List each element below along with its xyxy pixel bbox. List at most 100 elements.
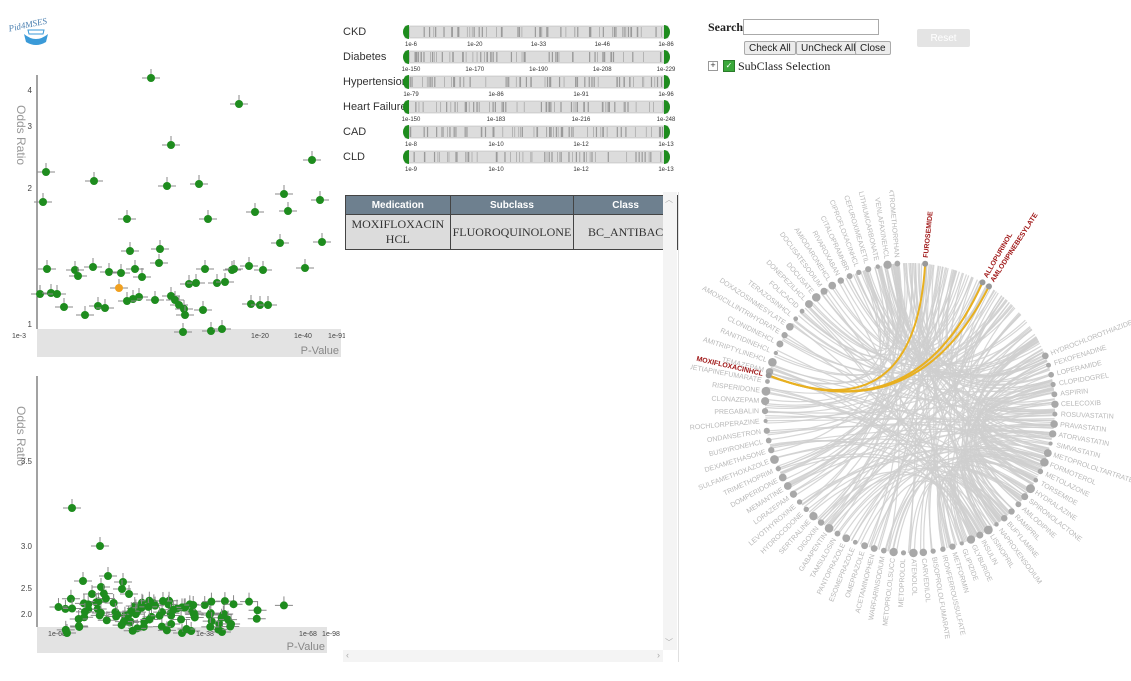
data-point[interactable] bbox=[271, 234, 289, 247]
max-handle[interactable] bbox=[664, 125, 670, 139]
data-point-marker[interactable] bbox=[318, 238, 326, 246]
data-point[interactable] bbox=[311, 191, 329, 204]
data-point[interactable] bbox=[112, 264, 130, 277]
data-point-marker[interactable] bbox=[177, 615, 186, 624]
network-node[interactable]: ATENOLOL bbox=[909, 548, 918, 596]
data-point[interactable] bbox=[99, 567, 117, 580]
node-dot[interactable] bbox=[870, 545, 878, 552]
data-point[interactable] bbox=[240, 257, 258, 270]
data-point-marker[interactable] bbox=[155, 259, 163, 267]
data-point-marker[interactable] bbox=[68, 604, 77, 613]
data-point-marker[interactable] bbox=[316, 196, 324, 204]
scroll-right-arrow-icon[interactable]: › bbox=[657, 650, 660, 660]
node-dot[interactable] bbox=[909, 548, 918, 558]
max-handle[interactable] bbox=[664, 25, 670, 39]
node-dot[interactable] bbox=[776, 340, 784, 348]
data-point-marker[interactable] bbox=[123, 215, 131, 223]
node-dot[interactable] bbox=[1046, 362, 1051, 368]
max-handle[interactable] bbox=[664, 100, 670, 114]
data-point-marker[interactable] bbox=[101, 304, 109, 312]
data-point-marker[interactable] bbox=[204, 215, 212, 223]
node-dot[interactable] bbox=[761, 407, 769, 415]
data-point[interactable] bbox=[91, 537, 109, 550]
data-point-marker[interactable] bbox=[192, 279, 200, 287]
data-point-marker[interactable] bbox=[138, 273, 146, 281]
node-dot[interactable] bbox=[763, 427, 770, 434]
node-dot[interactable] bbox=[994, 522, 999, 527]
data-point[interactable] bbox=[254, 261, 272, 274]
data-point[interactable] bbox=[84, 258, 102, 271]
data-point-marker[interactable] bbox=[251, 208, 259, 216]
node-label[interactable]: PREGABALIN bbox=[714, 408, 759, 416]
node-dot[interactable] bbox=[846, 273, 853, 280]
data-point-marker[interactable] bbox=[102, 616, 111, 625]
node-dot[interactable] bbox=[861, 542, 869, 550]
data-point[interactable] bbox=[110, 279, 128, 292]
node-dot[interactable] bbox=[1050, 381, 1056, 388]
node-dot[interactable] bbox=[1008, 508, 1015, 515]
node-dot[interactable] bbox=[1001, 514, 1008, 522]
network-node[interactable]: ASPIRIN bbox=[1051, 388, 1089, 398]
node-dot[interactable] bbox=[1015, 501, 1022, 508]
table-horizontal-scrollbar[interactable]: ‹ › bbox=[343, 650, 663, 662]
data-point-marker[interactable] bbox=[276, 239, 284, 247]
data-point-marker[interactable] bbox=[245, 262, 253, 270]
data-point-marker[interactable] bbox=[279, 601, 288, 610]
node-label[interactable]: PRAVASTATIN bbox=[1060, 422, 1107, 434]
data-point[interactable] bbox=[37, 163, 55, 176]
data-point-marker[interactable] bbox=[131, 265, 139, 273]
data-point-marker[interactable] bbox=[158, 597, 167, 606]
data-point-marker[interactable] bbox=[118, 585, 126, 593]
node-dot[interactable] bbox=[837, 277, 844, 284]
node-label[interactable]: ATENOLOL bbox=[910, 559, 918, 596]
node-dot[interactable] bbox=[1052, 411, 1058, 417]
data-point[interactable] bbox=[63, 499, 81, 512]
node-dot[interactable] bbox=[1050, 420, 1058, 428]
node-dot[interactable] bbox=[1041, 352, 1049, 360]
data-point-marker[interactable] bbox=[109, 598, 118, 607]
data-point[interactable] bbox=[194, 301, 212, 314]
data-point[interactable] bbox=[31, 285, 49, 298]
data-point-marker[interactable] bbox=[105, 268, 113, 276]
node-dot[interactable] bbox=[875, 264, 881, 269]
close-button[interactable]: Close bbox=[855, 41, 891, 55]
data-point[interactable] bbox=[190, 175, 208, 188]
data-point[interactable] bbox=[158, 177, 176, 190]
data-point-marker[interactable] bbox=[74, 272, 82, 280]
node-dot[interactable] bbox=[985, 283, 992, 290]
node-dot[interactable] bbox=[883, 260, 892, 269]
node-dot[interactable] bbox=[786, 322, 794, 331]
data-point-marker[interactable] bbox=[189, 601, 198, 610]
data-point-marker[interactable] bbox=[125, 590, 133, 598]
data-point[interactable] bbox=[74, 572, 92, 585]
data-point[interactable] bbox=[114, 573, 132, 586]
node-label[interactable]: ROSUVASTATIN bbox=[1061, 411, 1114, 420]
data-point-marker[interactable] bbox=[151, 296, 159, 304]
node-dot[interactable] bbox=[1026, 484, 1035, 494]
node-dot[interactable] bbox=[865, 266, 872, 273]
scroll-down-arrow-icon[interactable]: ﹀ bbox=[665, 637, 673, 648]
node-dot[interactable] bbox=[789, 490, 798, 498]
node-dot[interactable] bbox=[1040, 458, 1049, 467]
node-dot[interactable] bbox=[770, 455, 779, 464]
data-point[interactable] bbox=[240, 592, 259, 606]
data-point-marker[interactable] bbox=[119, 578, 127, 586]
data-point[interactable] bbox=[76, 306, 94, 319]
data-point[interactable] bbox=[92, 578, 110, 591]
data-point-marker[interactable] bbox=[235, 100, 243, 108]
search-input[interactable] bbox=[743, 19, 879, 35]
node-dot[interactable] bbox=[856, 269, 862, 275]
node-dot[interactable] bbox=[773, 350, 778, 356]
data-point[interactable] bbox=[66, 261, 84, 274]
node-dot[interactable] bbox=[949, 543, 956, 550]
column-header-class[interactable]: Class bbox=[573, 195, 678, 215]
data-point[interactable] bbox=[61, 589, 80, 603]
data-point-marker[interactable] bbox=[229, 600, 238, 609]
network-node[interactable]: CLONAZEPAM bbox=[711, 396, 770, 406]
data-point[interactable] bbox=[196, 260, 214, 273]
data-point-marker[interactable] bbox=[167, 141, 175, 149]
data-point[interactable] bbox=[279, 202, 297, 215]
data-point-marker[interactable] bbox=[60, 303, 68, 311]
data-point[interactable] bbox=[313, 233, 331, 246]
data-point[interactable] bbox=[199, 210, 217, 223]
